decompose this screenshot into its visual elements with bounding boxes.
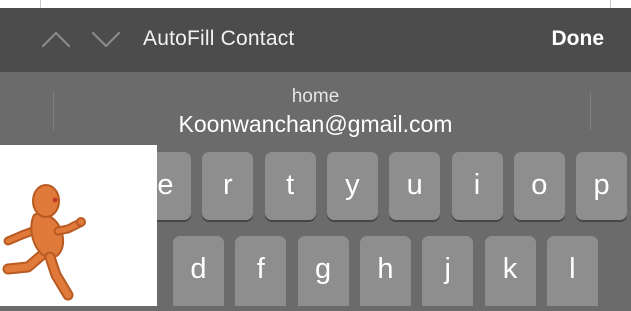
key-u[interactable]: u — [389, 152, 441, 220]
key-i[interactable]: i — [451, 152, 503, 220]
key-d[interactable]: d — [173, 236, 224, 306]
key-p[interactable]: p — [576, 152, 628, 220]
key-o[interactable]: o — [513, 152, 565, 220]
done-button[interactable]: Done — [552, 27, 605, 51]
suggestion-label: home — [291, 86, 340, 107]
field-border-right — [610, 0, 611, 8]
field-border-left — [40, 0, 41, 8]
autofill-accessory-bar: AutoFill Contact Done — [0, 8, 631, 72]
running-figure-icon — [2, 184, 86, 301]
running-figure-overlay — [0, 145, 157, 306]
suggestion-email: Koonwanchan@gmail.com — [178, 111, 453, 137]
key-g[interactable]: g — [297, 236, 349, 306]
key-y[interactable]: y — [326, 152, 378, 220]
key-h[interactable]: h — [359, 236, 411, 306]
text-field-edge — [0, 0, 631, 8]
autofill-contact-title: AutoFill Contact — [143, 27, 295, 50]
key-t[interactable]: t — [264, 152, 316, 220]
key-r[interactable]: r — [202, 152, 254, 220]
key-f[interactable]: f — [235, 236, 287, 306]
key-l[interactable]: l — [546, 236, 598, 306]
key-k[interactable]: k — [484, 236, 536, 306]
chevron-up-icon[interactable] — [40, 28, 72, 50]
autofill-suggestion[interactable]: home Koonwanchan@gmail.com — [0, 72, 631, 144]
key-j[interactable]: j — [422, 236, 474, 306]
chevron-down-icon[interactable] — [90, 28, 122, 50]
